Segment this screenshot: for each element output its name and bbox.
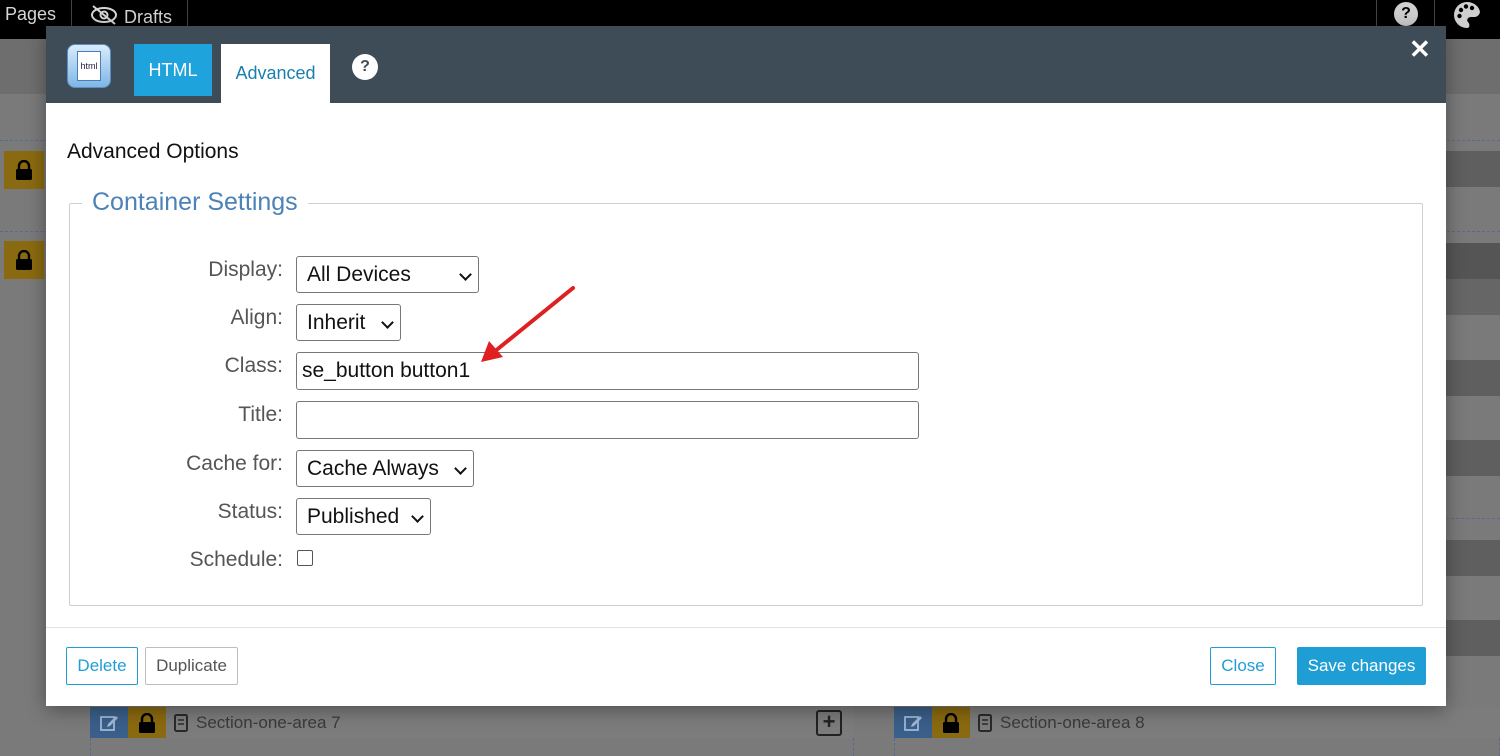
align-label: Align:: [230, 306, 283, 329]
close-button[interactable]: Close: [1210, 647, 1276, 685]
help-icon: ?: [1394, 2, 1418, 26]
area-name: Section-one-area 8: [1000, 712, 1145, 732]
chevron-down-icon: [459, 268, 472, 281]
html-settings-dialog: html HTML Advanced ? ✕ Advanced Options …: [46, 26, 1446, 706]
chevron-down-icon: [381, 316, 394, 329]
dialog-header: html HTML Advanced ? ✕: [46, 26, 1446, 103]
display-label: Display:: [208, 258, 283, 281]
close-icon[interactable]: ✕: [1409, 34, 1431, 65]
background-row: [1446, 279, 1500, 315]
pages-label: Pages: [5, 4, 57, 24]
chevron-down-icon: [454, 462, 467, 475]
add-content-icon[interactable]: +: [816, 710, 842, 736]
palette-icon: [1452, 0, 1482, 35]
nav-divider: [187, 0, 188, 28]
title-label: Title:: [238, 403, 283, 426]
lock-icon[interactable]: [932, 707, 970, 738]
class-value: se_button button1: [302, 359, 471, 382]
container-settings-legend: Container Settings: [82, 188, 308, 217]
html-file-icon: html: [67, 44, 111, 88]
nav-divider: [1434, 0, 1435, 28]
content-area-body: [894, 738, 1500, 756]
cache-select[interactable]: Cache Always: [296, 450, 474, 487]
chevron-down-icon: [411, 510, 424, 523]
duplicate-button[interactable]: Duplicate: [145, 647, 238, 685]
background-row: [1446, 360, 1500, 396]
content-area-bar: Section-one-area 7 +: [90, 707, 854, 738]
class-input[interactable]: se_button button1: [296, 352, 919, 390]
align-value: Inherit: [307, 310, 366, 334]
drafts-label: Drafts: [124, 7, 173, 27]
display-select[interactable]: All Devices: [296, 256, 479, 293]
status-label: Status:: [217, 500, 283, 523]
pages-nav-item[interactable]: Pages: [5, 4, 56, 25]
schedule-checkbox[interactable]: [297, 550, 313, 566]
edit-icon[interactable]: [90, 707, 128, 738]
delete-button[interactable]: Delete: [66, 647, 138, 685]
lock-icon: [4, 151, 44, 189]
align-select[interactable]: Inherit: [296, 304, 401, 341]
help-nav-button[interactable]: ?: [1394, 2, 1418, 26]
help-icon[interactable]: ?: [352, 54, 378, 80]
edit-icon[interactable]: [894, 707, 932, 738]
advanced-options-heading: Advanced Options: [67, 140, 239, 163]
save-changes-button[interactable]: Save changes: [1297, 647, 1426, 685]
footer-divider: [46, 627, 1446, 628]
cache-value: Cache Always: [307, 456, 439, 480]
status-select[interactable]: Published: [296, 498, 431, 535]
title-input[interactable]: [296, 401, 919, 439]
tab-advanced[interactable]: Advanced: [221, 44, 330, 103]
background-row: [1446, 540, 1500, 576]
content-area-body: [90, 738, 854, 756]
status-value: Published: [307, 504, 400, 528]
nav-divider: [1376, 0, 1377, 28]
cache-label: Cache for:: [186, 452, 283, 475]
html-logo-label: html: [77, 51, 101, 81]
content-area-bar: Section-one-area 8: [894, 707, 1500, 738]
background-row: [1446, 620, 1500, 656]
background-row: [1446, 440, 1500, 476]
section-divider: [1446, 518, 1500, 519]
area-name: Section-one-area 7: [196, 712, 341, 732]
lock-icon: [4, 241, 44, 279]
palette-nav-button[interactable]: [1452, 0, 1482, 35]
background-row: [1446, 243, 1500, 279]
tab-html[interactable]: HTML: [134, 44, 212, 96]
background-row: [1446, 151, 1500, 187]
display-value: All Devices: [307, 262, 411, 286]
document-icon: [166, 713, 196, 732]
class-label: Class:: [224, 354, 283, 377]
lock-icon[interactable]: [128, 707, 166, 738]
nav-divider: [71, 0, 72, 28]
document-icon: [970, 713, 1000, 732]
schedule-label: Schedule:: [189, 548, 283, 571]
